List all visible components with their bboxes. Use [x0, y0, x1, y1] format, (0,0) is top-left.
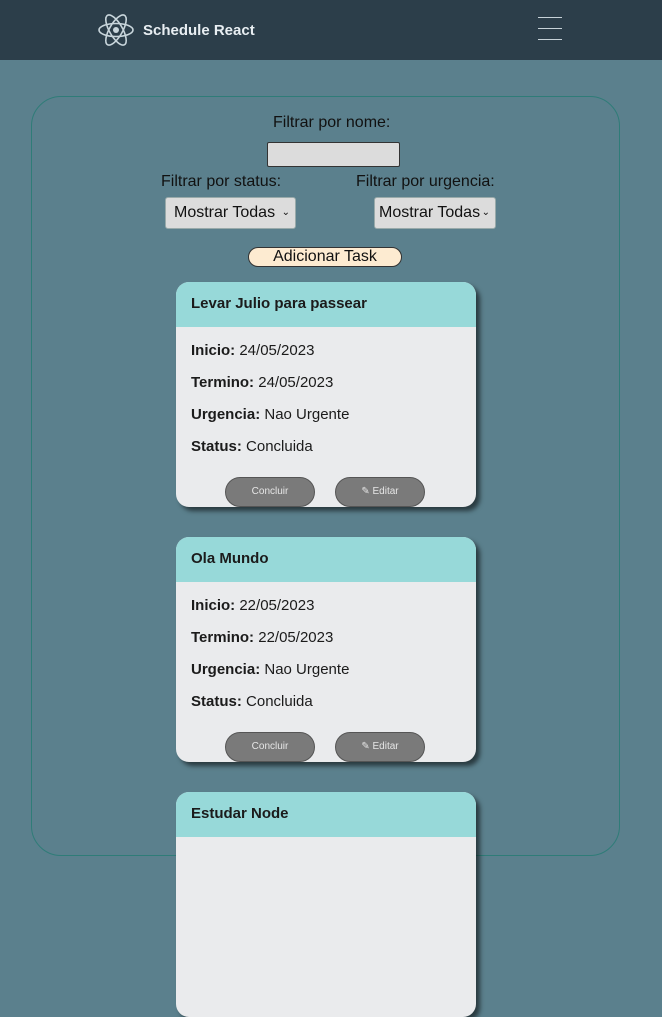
filter-urgency-value: Mostrar Todas — [379, 204, 481, 221]
add-task-button[interactable]: Adicionar Task — [248, 247, 402, 267]
task-termino: Termino: 24/05/2023 — [191, 374, 334, 391]
task-card: Estudar Node — [176, 792, 476, 1017]
task-title: Estudar Node — [176, 792, 476, 837]
pencil-icon: ✎ — [361, 486, 370, 497]
navbar: Schedule React — [0, 0, 662, 60]
task-urgencia: Urgencia: Nao Urgente — [191, 406, 350, 423]
task-inicio: Inicio: 24/05/2023 — [191, 342, 315, 359]
brand-name: Schedule React — [143, 21, 255, 39]
chevron-down-icon: ⌄ — [281, 207, 290, 218]
editar-button[interactable]: ✎ Editar — [335, 477, 425, 507]
react-atom-icon — [98, 14, 134, 46]
pencil-icon: ✎ — [361, 741, 370, 752]
brand[interactable]: Schedule React — [97, 12, 255, 48]
filter-name-input[interactable] — [267, 142, 400, 167]
editar-button[interactable]: ✎ Editar — [335, 732, 425, 762]
concluir-button[interactable]: Concluir — [225, 477, 315, 507]
chevron-down-icon: ⌄ — [481, 207, 490, 218]
task-title: Ola Mundo — [176, 537, 476, 582]
filter-status-label: Filtrar por status: — [161, 173, 282, 190]
task-card: Ola Mundo Inicio: 22/05/2023 Termino: 22… — [176, 537, 476, 762]
filter-urgency-select[interactable]: Mostrar Todas ⌄ — [374, 197, 496, 229]
task-status: Status: Concluida — [191, 438, 313, 455]
task-termino: Termino: 22/05/2023 — [191, 629, 334, 646]
task-card: Levar Julio para passear Inicio: 24/05/2… — [176, 282, 476, 507]
filter-status-select[interactable]: Mostrar Todas ⌄ — [165, 197, 296, 229]
filter-status-value: Mostrar Todas — [174, 204, 276, 221]
filter-urgency-label: Filtrar por urgencia: — [356, 173, 495, 190]
concluir-button[interactable]: Concluir — [225, 732, 315, 762]
task-title: Levar Julio para passear — [176, 282, 476, 327]
task-status: Status: Concluida — [191, 693, 313, 710]
hamburger-icon[interactable] — [538, 17, 562, 43]
task-inicio: Inicio: 22/05/2023 — [191, 597, 315, 614]
filter-name-label: Filtrar por nome: — [273, 114, 391, 131]
task-urgencia: Urgencia: Nao Urgente — [191, 661, 350, 678]
